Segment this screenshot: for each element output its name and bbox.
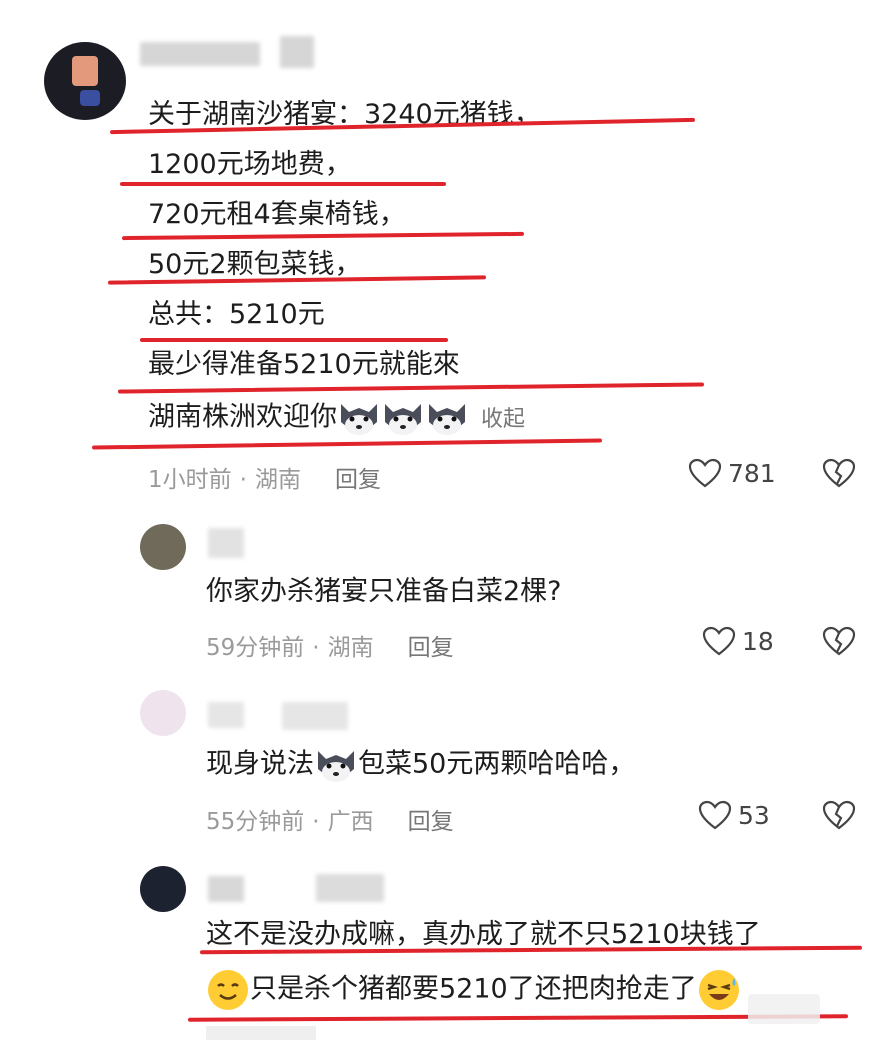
like-count: 781 bbox=[728, 458, 776, 488]
comment-meta: 55分钟前 · 广西 回复 bbox=[206, 809, 454, 835]
reply-text: 只是杀个猪都要5210了还把肉抢走了 bbox=[206, 968, 741, 1012]
highlight-underline bbox=[120, 182, 446, 186]
watermark bbox=[748, 994, 820, 1024]
reply-text-part: 现身说法 bbox=[206, 748, 314, 780]
comment-meta-clipped bbox=[206, 1026, 316, 1040]
broken-heart-icon[interactable] bbox=[822, 626, 856, 656]
laugh-cry-emoji-icon bbox=[698, 970, 739, 1010]
highlight-underline bbox=[121, 231, 525, 241]
like-count: 18 bbox=[742, 626, 774, 656]
reply-text: 你家办杀猪宴只准备白菜2棵? bbox=[206, 576, 562, 607]
comment-text: 湖南株洲欢迎你 bbox=[148, 401, 337, 433]
husky-emoji-icon bbox=[341, 404, 377, 435]
husky-emoji-icon bbox=[385, 404, 421, 435]
fold-link[interactable]: 收起 bbox=[481, 407, 525, 432]
comment-line: 1200元场地费， bbox=[148, 149, 352, 180]
comment-time: 55分钟前 bbox=[206, 809, 305, 835]
heart-icon bbox=[688, 458, 722, 488]
like-count: 53 bbox=[738, 800, 770, 830]
broken-heart-icon[interactable] bbox=[822, 458, 856, 488]
reply-button[interactable]: 回复 bbox=[408, 635, 454, 661]
avatar[interactable] bbox=[44, 42, 126, 120]
reply-text-part: 包菜50元两颗哈哈哈， bbox=[358, 748, 636, 780]
like-button[interactable]: 18 bbox=[702, 626, 774, 656]
reply-button[interactable]: 回复 bbox=[335, 467, 381, 493]
username[interactable] bbox=[208, 528, 244, 558]
username[interactable] bbox=[208, 876, 244, 902]
comment-line: 720元租4套桌椅钱， bbox=[148, 199, 406, 230]
avatar[interactable] bbox=[140, 524, 186, 570]
username[interactable] bbox=[140, 42, 260, 66]
comment-location: 广西 bbox=[327, 809, 374, 835]
comment-meta: 1小时前 · 湖南 回复 bbox=[148, 467, 381, 493]
comment-location: 湖南 bbox=[254, 467, 301, 493]
husky-emoji-icon bbox=[318, 751, 354, 782]
comment-location: 湖南 bbox=[327, 635, 374, 661]
avatar[interactable] bbox=[140, 690, 186, 736]
broken-heart-icon[interactable] bbox=[822, 800, 856, 830]
highlight-underline bbox=[117, 382, 705, 394]
highlight-underline bbox=[140, 338, 448, 342]
reply-text-part: 只是杀个猪都要5210了还把肉抢走了 bbox=[250, 973, 697, 1005]
comment-meta: 59分钟前 · 湖南 回复 bbox=[206, 635, 454, 661]
reply-button[interactable]: 回复 bbox=[408, 809, 454, 835]
comment-time: 1小时前 bbox=[148, 467, 232, 493]
comment-line-last: 湖南株洲欢迎你 收起 bbox=[148, 398, 525, 438]
husky-emoji-icon bbox=[429, 404, 465, 435]
like-button[interactable]: 53 bbox=[698, 800, 770, 830]
comment-time: 59分钟前 bbox=[206, 635, 305, 661]
highlight-underline bbox=[91, 438, 603, 450]
reply-text: 现身说法 包菜50元两颗哈哈哈， bbox=[206, 745, 635, 785]
heart-icon bbox=[698, 800, 732, 830]
smile-emoji-icon bbox=[208, 970, 248, 1010]
comment-line: 最少得准备5210元就能來 bbox=[148, 349, 460, 380]
avatar[interactable] bbox=[140, 866, 186, 912]
like-button[interactable]: 781 bbox=[688, 458, 776, 488]
heart-icon bbox=[702, 626, 736, 656]
username[interactable] bbox=[208, 702, 244, 728]
comment-line: 总共：5210元 bbox=[148, 299, 325, 330]
